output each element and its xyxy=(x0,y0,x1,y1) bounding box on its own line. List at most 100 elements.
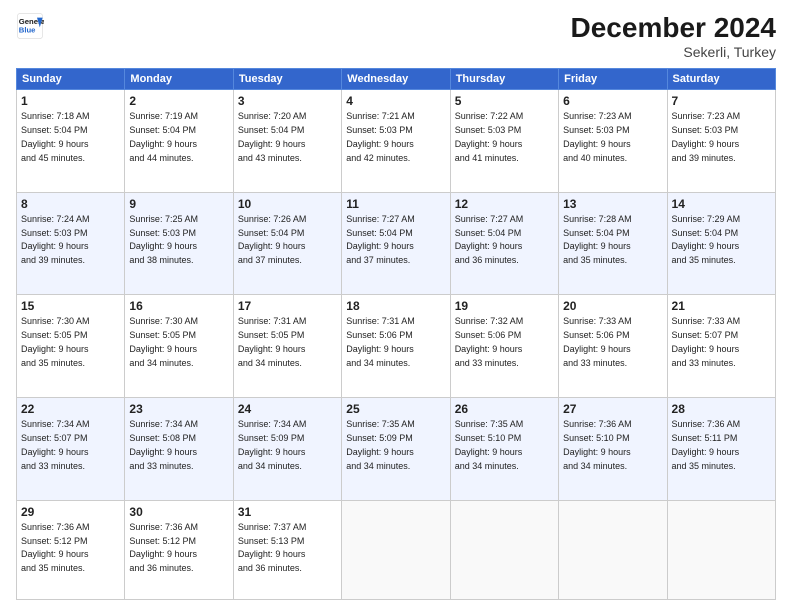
day-info: Sunrise: 7:32 AM Sunset: 5:06 PM Dayligh… xyxy=(455,316,524,367)
day-number: 19 xyxy=(455,298,554,314)
calendar-cell: 17 Sunrise: 7:31 AM Sunset: 5:05 PM Dayli… xyxy=(233,295,341,398)
weekday-sunday: Sunday xyxy=(17,69,125,90)
day-number: 24 xyxy=(238,401,337,417)
calendar-cell: 3 Sunrise: 7:20 AM Sunset: 5:04 PM Daylig… xyxy=(233,90,341,193)
weekday-saturday: Saturday xyxy=(667,69,775,90)
calendar-cell: 29 Sunrise: 7:36 AM Sunset: 5:12 PM Dayli… xyxy=(17,500,125,599)
weekday-wednesday: Wednesday xyxy=(342,69,450,90)
day-number: 29 xyxy=(21,504,120,520)
day-number: 15 xyxy=(21,298,120,314)
day-info: Sunrise: 7:25 AM Sunset: 5:03 PM Dayligh… xyxy=(129,214,198,265)
calendar-cell: 22 Sunrise: 7:34 AM Sunset: 5:07 PM Dayli… xyxy=(17,397,125,500)
day-number: 20 xyxy=(563,298,662,314)
day-number: 17 xyxy=(238,298,337,314)
day-info: Sunrise: 7:18 AM Sunset: 5:04 PM Dayligh… xyxy=(21,111,90,162)
day-info: Sunrise: 7:21 AM Sunset: 5:03 PM Dayligh… xyxy=(346,111,415,162)
day-info: Sunrise: 7:33 AM Sunset: 5:07 PM Dayligh… xyxy=(672,316,741,367)
page-header: General Blue December 2024 Sekerli, Turk… xyxy=(16,12,776,60)
day-info: Sunrise: 7:36 AM Sunset: 5:12 PM Dayligh… xyxy=(129,522,198,573)
weekday-monday: Monday xyxy=(125,69,233,90)
day-number: 1 xyxy=(21,93,120,109)
day-info: Sunrise: 7:22 AM Sunset: 5:03 PM Dayligh… xyxy=(455,111,524,162)
day-info: Sunrise: 7:26 AM Sunset: 5:04 PM Dayligh… xyxy=(238,214,307,265)
day-number: 11 xyxy=(346,196,445,212)
day-info: Sunrise: 7:19 AM Sunset: 5:04 PM Dayligh… xyxy=(129,111,198,162)
day-info: Sunrise: 7:24 AM Sunset: 5:03 PM Dayligh… xyxy=(21,214,90,265)
day-number: 5 xyxy=(455,93,554,109)
day-number: 4 xyxy=(346,93,445,109)
day-number: 21 xyxy=(672,298,771,314)
weekday-friday: Friday xyxy=(559,69,667,90)
day-info: Sunrise: 7:28 AM Sunset: 5:04 PM Dayligh… xyxy=(563,214,632,265)
day-info: Sunrise: 7:37 AM Sunset: 5:13 PM Dayligh… xyxy=(238,522,307,573)
calendar-cell: 5 Sunrise: 7:22 AM Sunset: 5:03 PM Daylig… xyxy=(450,90,558,193)
calendar-cell: 6 Sunrise: 7:23 AM Sunset: 5:03 PM Daylig… xyxy=(559,90,667,193)
month-title: December 2024 xyxy=(571,12,776,44)
day-number: 18 xyxy=(346,298,445,314)
calendar-table: SundayMondayTuesdayWednesdayThursdayFrid… xyxy=(16,68,776,600)
day-number: 2 xyxy=(129,93,228,109)
calendar-cell: 12 Sunrise: 7:27 AM Sunset: 5:04 PM Dayli… xyxy=(450,192,558,295)
day-number: 9 xyxy=(129,196,228,212)
day-info: Sunrise: 7:23 AM Sunset: 5:03 PM Dayligh… xyxy=(563,111,632,162)
day-info: Sunrise: 7:20 AM Sunset: 5:04 PM Dayligh… xyxy=(238,111,307,162)
day-info: Sunrise: 7:36 AM Sunset: 5:12 PM Dayligh… xyxy=(21,522,90,573)
day-number: 8 xyxy=(21,196,120,212)
logo: General Blue xyxy=(16,12,44,40)
weekday-header-row: SundayMondayTuesdayWednesdayThursdayFrid… xyxy=(17,69,776,90)
day-info: Sunrise: 7:31 AM Sunset: 5:06 PM Dayligh… xyxy=(346,316,415,367)
calendar-cell: 8 Sunrise: 7:24 AM Sunset: 5:03 PM Daylig… xyxy=(17,192,125,295)
day-info: Sunrise: 7:35 AM Sunset: 5:09 PM Dayligh… xyxy=(346,419,415,470)
day-number: 22 xyxy=(21,401,120,417)
day-number: 30 xyxy=(129,504,228,520)
day-info: Sunrise: 7:27 AM Sunset: 5:04 PM Dayligh… xyxy=(346,214,415,265)
day-info: Sunrise: 7:36 AM Sunset: 5:10 PM Dayligh… xyxy=(563,419,632,470)
calendar-cell: 24 Sunrise: 7:34 AM Sunset: 5:09 PM Dayli… xyxy=(233,397,341,500)
day-number: 23 xyxy=(129,401,228,417)
calendar-cell: 11 Sunrise: 7:27 AM Sunset: 5:04 PM Dayli… xyxy=(342,192,450,295)
day-number: 27 xyxy=(563,401,662,417)
day-number: 12 xyxy=(455,196,554,212)
logo-icon: General Blue xyxy=(16,12,44,40)
day-number: 14 xyxy=(672,196,771,212)
calendar-cell: 19 Sunrise: 7:32 AM Sunset: 5:06 PM Dayli… xyxy=(450,295,558,398)
day-info: Sunrise: 7:31 AM Sunset: 5:05 PM Dayligh… xyxy=(238,316,307,367)
day-number: 7 xyxy=(672,93,771,109)
calendar-cell: 1 Sunrise: 7:18 AM Sunset: 5:04 PM Daylig… xyxy=(17,90,125,193)
day-info: Sunrise: 7:33 AM Sunset: 5:06 PM Dayligh… xyxy=(563,316,632,367)
day-info: Sunrise: 7:27 AM Sunset: 5:04 PM Dayligh… xyxy=(455,214,524,265)
calendar-cell: 27 Sunrise: 7:36 AM Sunset: 5:10 PM Dayli… xyxy=(559,397,667,500)
calendar-cell: 15 Sunrise: 7:30 AM Sunset: 5:05 PM Dayli… xyxy=(17,295,125,398)
calendar-cell: 7 Sunrise: 7:23 AM Sunset: 5:03 PM Daylig… xyxy=(667,90,775,193)
title-block: December 2024 Sekerli, Turkey xyxy=(571,12,776,60)
day-number: 25 xyxy=(346,401,445,417)
day-number: 16 xyxy=(129,298,228,314)
day-info: Sunrise: 7:30 AM Sunset: 5:05 PM Dayligh… xyxy=(129,316,198,367)
weekday-tuesday: Tuesday xyxy=(233,69,341,90)
calendar-cell: 25 Sunrise: 7:35 AM Sunset: 5:09 PM Dayli… xyxy=(342,397,450,500)
day-info: Sunrise: 7:34 AM Sunset: 5:09 PM Dayligh… xyxy=(238,419,307,470)
calendar-cell: 20 Sunrise: 7:33 AM Sunset: 5:06 PM Dayli… xyxy=(559,295,667,398)
calendar-body: 1 Sunrise: 7:18 AM Sunset: 5:04 PM Daylig… xyxy=(17,90,776,600)
calendar-cell: 26Sunrise: 7:35 AM Sunset: 5:10 PM Dayli… xyxy=(450,397,558,500)
calendar-cell: 9 Sunrise: 7:25 AM Sunset: 5:03 PM Daylig… xyxy=(125,192,233,295)
calendar-cell: 16 Sunrise: 7:30 AM Sunset: 5:05 PM Dayli… xyxy=(125,295,233,398)
calendar-cell: 13Sunrise: 7:28 AM Sunset: 5:04 PM Dayli… xyxy=(559,192,667,295)
calendar-cell xyxy=(450,500,558,599)
day-info: Sunrise: 7:23 AM Sunset: 5:03 PM Dayligh… xyxy=(672,111,741,162)
day-number: 31 xyxy=(238,504,337,520)
calendar-cell: 23Sunrise: 7:34 AM Sunset: 5:08 PM Dayli… xyxy=(125,397,233,500)
day-info: Sunrise: 7:30 AM Sunset: 5:05 PM Dayligh… xyxy=(21,316,90,367)
day-number: 26 xyxy=(455,401,554,417)
day-info: Sunrise: 7:34 AM Sunset: 5:07 PM Dayligh… xyxy=(21,419,90,470)
day-number: 3 xyxy=(238,93,337,109)
calendar-cell: 18 Sunrise: 7:31 AM Sunset: 5:06 PM Dayli… xyxy=(342,295,450,398)
svg-text:Blue: Blue xyxy=(19,25,36,34)
calendar-cell xyxy=(667,500,775,599)
weekday-thursday: Thursday xyxy=(450,69,558,90)
calendar-cell: 4 Sunrise: 7:21 AM Sunset: 5:03 PM Daylig… xyxy=(342,90,450,193)
day-number: 6 xyxy=(563,93,662,109)
location-subtitle: Sekerli, Turkey xyxy=(571,44,776,60)
calendar-cell: 10Sunrise: 7:26 AM Sunset: 5:04 PM Dayli… xyxy=(233,192,341,295)
calendar-cell: 30 Sunrise: 7:36 AM Sunset: 5:12 PM Dayli… xyxy=(125,500,233,599)
